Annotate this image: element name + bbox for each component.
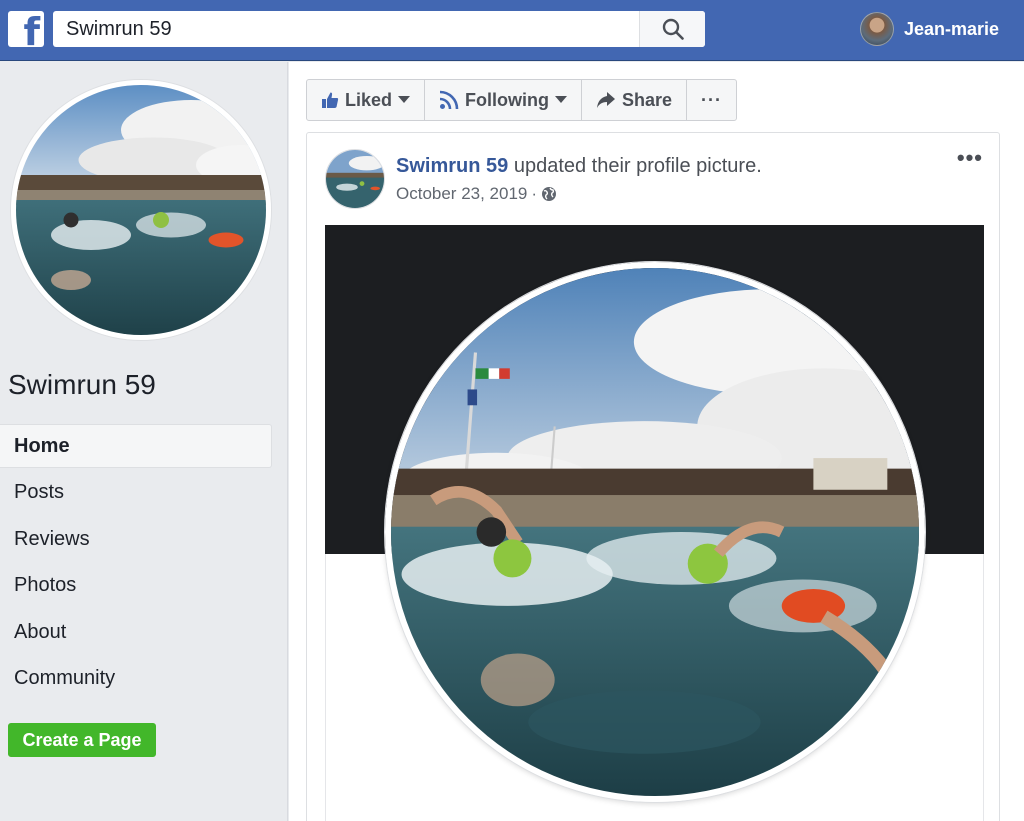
- page-action-bar: Liked Following Share ···: [306, 79, 738, 121]
- liked-button[interactable]: Liked: [307, 80, 426, 120]
- post-meta: October 23, 2019 ·: [396, 184, 557, 204]
- page-title: Swimrun 59: [8, 369, 156, 400]
- thumbs-up-icon: [321, 91, 339, 109]
- more-options-icon: ···: [701, 89, 723, 110]
- nav-item-posts[interactable]: Posts: [0, 471, 272, 515]
- facebook-logo-icon[interactable]: f: [8, 11, 44, 47]
- following-button[interactable]: Following: [425, 80, 582, 120]
- search-button[interactable]: [639, 11, 705, 47]
- create-page-button[interactable]: Create a Page: [8, 723, 156, 757]
- user-avatar: [860, 12, 894, 46]
- nav-item-home[interactable]: Home: [0, 424, 272, 468]
- post-card: Swimrun 59 updated their profile picture…: [306, 132, 1000, 821]
- nav-item-community[interactable]: Community: [0, 657, 272, 701]
- nav-item-photos[interactable]: Photos: [0, 564, 272, 608]
- user-profile-link[interactable]: Jean-marie: [860, 12, 999, 46]
- search-icon: [662, 18, 684, 40]
- page-profile-photo[interactable]: [11, 80, 271, 340]
- post-action-text: updated their profile picture.: [508, 155, 762, 177]
- nav-item-reviews[interactable]: Reviews: [0, 517, 272, 561]
- search-input[interactable]: [53, 11, 639, 47]
- post-header: Swimrun 59 updated their profile picture…: [396, 155, 762, 178]
- user-name: Jean-marie: [904, 18, 1000, 39]
- share-label: Share: [622, 89, 673, 110]
- post-profile-picture[interactable]: [385, 262, 925, 802]
- liked-label: Liked: [345, 89, 393, 110]
- main-content: Liked Following Share ··· Swimrun 59 upd…: [289, 62, 1024, 821]
- search-box: [53, 11, 705, 47]
- following-label: Following: [465, 89, 549, 110]
- globe-icon[interactable]: [541, 186, 557, 202]
- nav-item-about[interactable]: About: [0, 610, 272, 654]
- more-options-button[interactable]: ···: [687, 80, 736, 120]
- page-navigation: Home Posts Reviews Photos About Communit…: [0, 424, 272, 704]
- chevron-down-icon: [555, 96, 567, 104]
- post-date[interactable]: October 23, 2019: [396, 184, 527, 204]
- top-navigation-bar: f Jean-marie: [0, 0, 1024, 61]
- post-options-button[interactable]: •••: [957, 145, 983, 171]
- chevron-down-icon: [398, 96, 411, 104]
- post-author-avatar[interactable]: [325, 149, 385, 209]
- share-button[interactable]: Share: [582, 80, 688, 120]
- share-arrow-icon: [596, 91, 616, 109]
- rss-feed-icon: [439, 90, 459, 110]
- meta-separator: ·: [531, 184, 538, 203]
- post-author-link[interactable]: Swimrun 59: [396, 155, 508, 177]
- page-sidebar: Swimrun 59 Home Posts Reviews Photos Abo…: [0, 62, 288, 821]
